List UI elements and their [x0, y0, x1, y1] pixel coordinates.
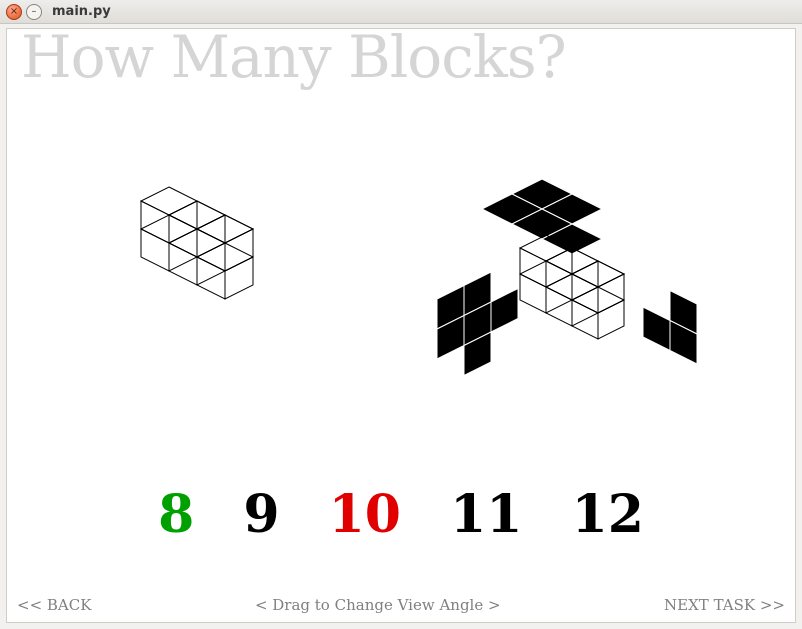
right-structure[interactable] — [397, 99, 777, 439]
drag-hint: < Drag to Change View Angle > — [255, 596, 501, 614]
titlebar: × – main.py — [0, 0, 802, 24]
answer-row: 8 9 10 11 12 — [7, 484, 795, 545]
shadow-left — [437, 272, 518, 376]
window-title: main.py — [52, 4, 111, 19]
shadow-top — [482, 179, 602, 254]
next-button[interactable]: NEXT TASK >> — [664, 596, 785, 614]
back-button[interactable]: << BACK — [17, 596, 91, 614]
answer-3[interactable]: 11 — [450, 484, 522, 545]
page-title: How Many Blocks? — [21, 23, 566, 91]
answer-4[interactable]: 12 — [572, 484, 644, 545]
shadow-right — [643, 291, 697, 365]
left-structure[interactable] — [107, 169, 327, 369]
app-window: × – main.py How Many Blocks? 8 9 10 11 1… — [0, 0, 802, 629]
close-icon[interactable]: × — [6, 4, 22, 20]
content-area: How Many Blocks? 8 9 10 11 12 << BACK < … — [6, 28, 796, 623]
answer-2[interactable]: 10 — [329, 484, 401, 545]
scene-3d[interactable] — [7, 129, 795, 449]
answer-1[interactable]: 9 — [243, 484, 279, 545]
minimize-icon[interactable]: – — [26, 4, 42, 20]
bottom-bar: << BACK < Drag to Change View Angle > NE… — [7, 594, 795, 616]
answer-0[interactable]: 8 — [158, 484, 194, 545]
